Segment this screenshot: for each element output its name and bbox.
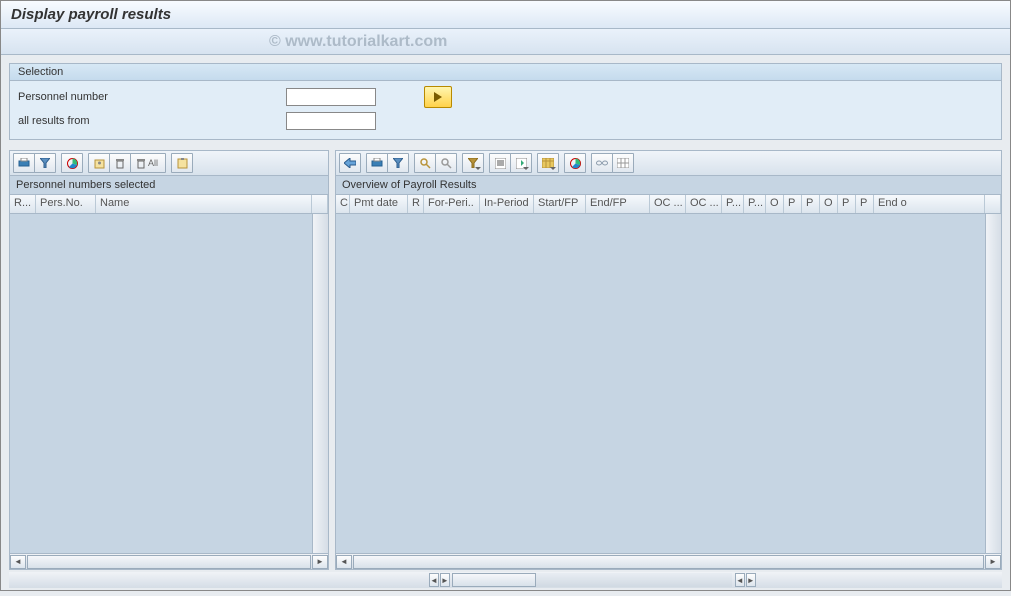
outer-scroll-left[interactable]: ◄ [429,573,439,587]
right-vertical-scrollbar[interactable] [985,214,1001,553]
grid-button[interactable] [612,153,634,173]
find-button[interactable] [414,153,436,173]
outer-horizontal-scrollbar[interactable]: ◄ ► ◄ ► [9,572,1002,588]
right-col-14[interactable]: O [820,195,838,213]
right-col-2[interactable]: R [408,195,424,213]
left-toolbar: All [10,151,328,176]
delete-all-button[interactable]: All [130,153,166,173]
personnel-number-label: Personnel number [18,91,286,103]
left-pane-title: Personnel numbers selected [10,176,328,194]
right-horizontal-scrollbar[interactable]: ◄ ► [336,553,1001,569]
scroll-left-button[interactable]: ◄ [10,555,26,569]
delete-button[interactable] [109,153,131,173]
right-col-13[interactable]: P [802,195,820,213]
layout-button[interactable] [537,153,559,173]
left-vertical-scrollbar[interactable] [312,214,328,553]
clipboard-button[interactable] [171,153,193,173]
right-grid-header: C Pmt date R For-Peri.. In-Period Start/… [336,194,1001,214]
watermark-text: © www.tutorialkart.com [269,33,447,51]
right-col-12[interactable]: P [784,195,802,213]
right-col-0[interactable]: C [336,195,350,213]
selection-group: Selection Personnel number all results f… [9,63,1002,140]
right-col-11[interactable]: O [766,195,784,213]
left-horizontal-scrollbar[interactable]: ◄ ► [10,553,328,569]
total-button[interactable] [489,153,511,173]
payroll-results-pane: Overview of Payroll Results C Pmt date R… [335,150,1002,570]
right-col-10[interactable]: P... [744,195,766,213]
right-col-7[interactable]: OC ... [650,195,686,213]
left-col-r[interactable]: R... [10,195,36,213]
outer-scroll-right[interactable]: ► [440,573,450,587]
right-col-8[interactable]: OC ... [686,195,722,213]
arrow-right-icon [434,92,442,102]
filter-button-2[interactable] [387,153,409,173]
all-results-from-input[interactable] [286,112,376,130]
print-button-2[interactable] [366,153,388,173]
chart-button[interactable] [61,153,83,173]
scroll-right-button-2[interactable]: ► [985,555,1001,569]
all-results-from-label: all results from [18,115,286,127]
right-col-1[interactable]: Pmt date [350,195,408,213]
set-filter-button[interactable] [462,153,484,173]
right-col-3[interactable]: For-Peri.. [424,195,480,213]
scroll-right-button[interactable]: ► [312,555,328,569]
left-grid-body [10,214,328,553]
selection-group-title: Selection [10,64,1001,81]
right-col-17[interactable]: End o [874,195,985,213]
chart-button-2[interactable] [564,153,586,173]
page-title: Display payroll results [11,6,171,23]
all-button-text: All [146,158,160,168]
right-col-5[interactable]: Start/FP [534,195,586,213]
left-grid-header: R... Pers.No. Name [10,194,328,214]
outer-scroll-right-2[interactable]: ► [746,573,756,587]
personnel-file-button[interactable] [88,153,110,173]
export-button[interactable] [510,153,532,173]
right-col-6[interactable]: End/FP [586,195,650,213]
scroll-left-button-2[interactable]: ◄ [336,555,352,569]
multiple-selection-button[interactable] [424,86,452,108]
left-col-persno[interactable]: Pers.No. [36,195,96,213]
personnel-numbers-pane: All Personnel numbers selected R... Pers… [9,150,329,570]
application-toolbar: © www.tutorialkart.com [1,29,1010,55]
right-pane-title: Overview of Payroll Results [336,176,1001,194]
link-button[interactable] [591,153,613,173]
right-col-4[interactable]: In-Period [480,195,534,213]
back-button[interactable] [339,153,361,173]
personnel-number-input[interactable] [286,88,376,106]
right-toolbar [336,151,1001,176]
outer-scroll-left-2[interactable]: ◄ [735,573,745,587]
find-next-button[interactable] [435,153,457,173]
right-col-16[interactable]: P [856,195,874,213]
left-col-name[interactable]: Name [96,195,312,213]
filter-button[interactable] [34,153,56,173]
right-col-9[interactable]: P... [722,195,744,213]
right-col-15[interactable]: P [838,195,856,213]
print-button[interactable] [13,153,35,173]
right-grid-body [336,214,1001,553]
title-bar: Display payroll results [1,1,1010,29]
